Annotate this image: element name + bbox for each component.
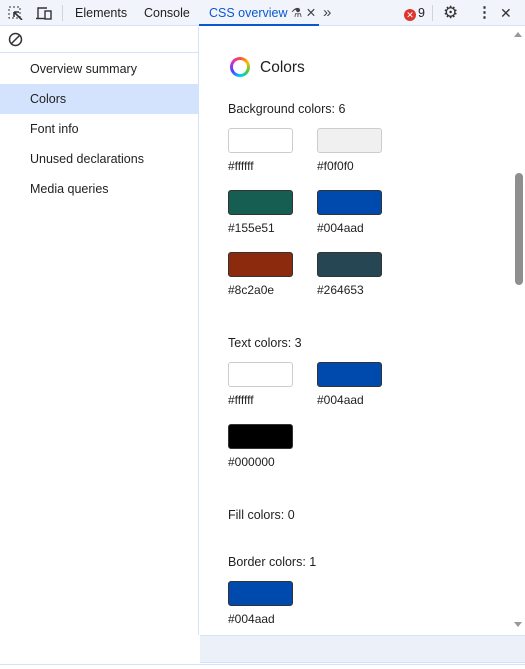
colors-wheel-icon	[230, 57, 250, 77]
color-swatch-label: #264653	[317, 283, 364, 297]
color-swatch[interactable]	[317, 190, 382, 215]
experiment-flask-icon: ⚗	[290, 6, 303, 20]
color-swatch-label: #155e51	[228, 221, 275, 235]
tab-console[interactable]: Console	[144, 0, 190, 26]
section-title: Colors	[260, 59, 305, 76]
device-toolbar-icon[interactable]	[36, 6, 54, 20]
scrollbar-thumb[interactable]	[515, 173, 523, 285]
sidebar: Overview summary Colors Font info Unused…	[0, 27, 199, 635]
color-swatch[interactable]	[228, 581, 293, 606]
close-tab-icon[interactable]: ✕	[306, 6, 316, 20]
sidebar-item-media-queries[interactable]: Media queries	[0, 174, 199, 204]
color-swatch[interactable]	[228, 252, 293, 277]
scrollbar[interactable]	[512, 27, 525, 635]
devtools-toolbar: Elements Console CSS overview ⚗ ✕ » ✕ 9 ⚙…	[0, 0, 525, 26]
scroll-down-arrow-icon[interactable]	[514, 622, 522, 627]
color-swatch-label: #f0f0f0	[317, 159, 354, 173]
color-swatch[interactable]	[317, 362, 382, 387]
footer-divider	[0, 664, 525, 669]
color-swatch-label: #000000	[228, 455, 275, 469]
color-swatch-label: #ffffff	[228, 159, 254, 173]
inspect-element-icon[interactable]	[8, 6, 24, 20]
color-swatch[interactable]	[228, 362, 293, 387]
color-swatch-label: #004aad	[317, 393, 364, 407]
color-swatch[interactable]	[228, 128, 293, 153]
color-swatch[interactable]	[317, 252, 382, 277]
tab-css-overview[interactable]: CSS overview ⚗ ✕	[199, 0, 319, 26]
color-swatch[interactable]	[228, 424, 293, 449]
error-icon: ✕	[404, 9, 416, 21]
color-swatch-label: #004aad	[228, 612, 275, 626]
error-count: 9	[418, 6, 425, 20]
settings-gear-icon[interactable]: ⚙	[443, 0, 458, 26]
color-swatch[interactable]	[317, 128, 382, 153]
color-swatch-label: #8c2a0e	[228, 283, 275, 297]
fill-colors-heading: Fill colors: 0	[228, 508, 295, 522]
color-swatch-label: #ffffff	[228, 393, 254, 407]
color-swatch[interactable]	[228, 190, 293, 215]
color-swatch-label: #004aad	[317, 221, 364, 235]
scroll-up-arrow-icon[interactable]	[514, 32, 522, 37]
more-tabs-chevron-icon[interactable]: »	[323, 0, 331, 26]
colors-panel: Colors Background colors: 6 Text colors:…	[200, 27, 512, 635]
border-colors-heading: Border colors: 1	[228, 555, 317, 569]
filter-bar	[0, 27, 198, 53]
sidebar-item-overview-summary[interactable]: Overview summary	[0, 54, 199, 84]
tab-elements[interactable]: Elements	[75, 0, 127, 26]
sidebar-item-unused-declarations[interactable]: Unused declarations	[0, 144, 199, 174]
error-counter[interactable]: ✕ 9	[404, 0, 425, 26]
tab-css-overview-label: CSS overview	[209, 6, 288, 20]
background-colors-heading: Background colors: 6	[228, 102, 346, 116]
sidebar-item-font-info[interactable]: Font info	[0, 114, 199, 144]
more-options-icon[interactable]: ⋮	[477, 0, 492, 26]
bottom-bar	[200, 635, 525, 663]
text-colors-heading: Text colors: 3	[228, 336, 302, 350]
close-devtools-icon[interactable]: ✕	[500, 0, 512, 26]
clear-block-icon[interactable]	[8, 32, 23, 47]
sidebar-item-colors[interactable]: Colors	[0, 84, 199, 114]
